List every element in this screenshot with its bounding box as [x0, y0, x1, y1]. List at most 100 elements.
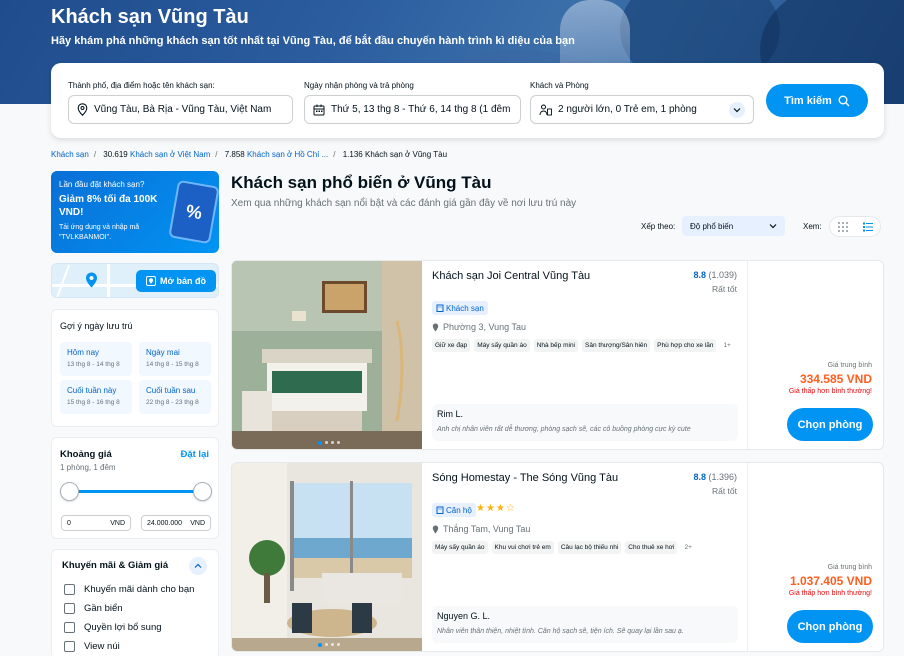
amenity-tag: Máy sấy quần áo [474, 339, 530, 352]
price-max-input[interactable]: 24.000.000 VND [141, 515, 211, 531]
building-icon [436, 506, 444, 514]
price-slider-track[interactable] [69, 490, 202, 493]
location-pin-icon [432, 323, 439, 331]
checkbox[interactable] [64, 603, 75, 614]
page-subtitle: Hãy khám phá những khách sạn tốt nhất tạ… [51, 35, 575, 47]
amenity-list: Máy sấy quần áo Khu vui chơi trẻ em Câu … [432, 541, 695, 554]
calendar-icon [313, 104, 325, 115]
map-pin-icon [86, 272, 97, 288]
guests-field: Khách và Phòng 2 người lớn, 0 Trẻ em, 1 … [530, 81, 754, 124]
guests-label: Khách và Phòng [530, 81, 589, 90]
amenity-tag: Câu lạc bộ thiếu nhi [557, 541, 622, 554]
stay-chip-today[interactable]: Hôm nay 13 thg 8 - 14 thg 8 [60, 342, 132, 376]
hotel-name[interactable]: Khách sạn Joi Central Vũng Tàu [432, 270, 590, 282]
promo-option-label: Khuyến mãi dành cho bạn [84, 584, 195, 595]
property-type-label: Căn hộ [446, 505, 472, 515]
checkbox[interactable] [64, 641, 75, 652]
price-max-handle[interactable] [193, 482, 212, 501]
hotel-photo[interactable] [232, 261, 422, 449]
price-reset-link[interactable]: Đặt lại [180, 449, 209, 460]
hotel-location: Phường 3, Vung Tau [432, 322, 526, 332]
sort-select[interactable]: Độ phổ biến [682, 216, 785, 236]
stay-chip-this-weekend[interactable]: Cuối tuần này 15 thg 8 - 16 thg 8 [60, 380, 132, 414]
hotel-name[interactable]: Sóng Homestay - The Sóng Vũng Tàu [432, 472, 618, 484]
amenity-more[interactable]: 2+ [681, 541, 694, 554]
destination-label: Thành phố, địa điểm hoặc tên khách sạn: [68, 81, 215, 90]
card-divider [747, 463, 748, 651]
price-filter-panel: Khoảng giá Đặt lại 1 phòng, 1 đêm 0 VND … [51, 437, 219, 539]
breadcrumb-count: 1.136 [342, 150, 363, 159]
review-count: (1.396) [708, 472, 737, 482]
photo-carousel-dots[interactable] [318, 441, 340, 445]
dates-input[interactable]: Thứ 5, 13 thg 8 - Thứ 6, 14 thg 8 (1 đêm [304, 95, 521, 124]
coupon-icon: % [168, 179, 219, 245]
property-type-label: Khách sạn [446, 303, 484, 313]
stay-chip-tomorrow[interactable]: Ngày mai 14 thg 8 - 15 thg 8 [139, 342, 211, 376]
hotel-location: Thắng Tam, Vung Tau [432, 524, 530, 534]
map-icon [146, 276, 157, 286]
stay-chip-dates: 14 thg 8 - 15 thg 8 [146, 361, 199, 368]
search-button[interactable]: Tìm kiếm [766, 84, 868, 117]
amenity-more[interactable]: 1+ [720, 339, 733, 352]
stay-chip-label: Hôm nay [67, 348, 100, 357]
breadcrumb-count: 30.619 [103, 150, 128, 159]
search-icon [838, 95, 850, 106]
destination-input[interactable]: Vũng Tàu, Bà Rịa - Vũng Tàu, Việt Nam [68, 95, 293, 124]
promo-option[interactable]: Gần biển [64, 603, 123, 614]
grid-view-icon[interactable] [837, 221, 848, 232]
map-preview[interactable]: Mở bản đồ [51, 263, 219, 298]
score-text: Rất tốt [711, 284, 737, 294]
promo-option-label: View núi [84, 641, 120, 652]
review-count: (1.039) [708, 270, 737, 280]
price-min-value: 0 [67, 519, 71, 527]
promo-banner[interactable]: Lần đầu đặt khách sạn? Giảm 8% tối đa 10… [51, 171, 219, 253]
card-divider [747, 261, 748, 449]
promo-option[interactable]: Quyền lợi bổ sung [64, 622, 162, 633]
chevron-down-icon [769, 224, 777, 229]
review-snippet: Rim L. Anh chị nhân viên rất dễ thương, … [432, 404, 738, 441]
guests-dropdown-toggle[interactable] [729, 101, 745, 118]
amenity-tag: Giữ xe đạp [432, 339, 471, 352]
hotel-room-image [232, 261, 422, 449]
hotel-card[interactable]: Sóng Homestay - The Sóng Vũng Tàu 8.8 (1… [231, 462, 884, 652]
breadcrumb-hcm[interactable]: Khách sạn ở Hồ Chí ... [247, 150, 328, 159]
promo-option[interactable]: Khuyến mãi dành cho bạn [64, 584, 194, 595]
checkbox[interactable] [64, 622, 75, 633]
guests-input[interactable]: 2 người lớn, 0 Trẻ em, 1 phòng [530, 95, 754, 124]
section-title: Khách sạn phổ biến ở Vũng Tàu [231, 173, 492, 192]
dates-field: Ngày nhận phòng và trả phòng Thứ 5, 13 t… [304, 81, 521, 124]
location-text: Thắng Tam, Vung Tau [443, 524, 531, 534]
checkbox[interactable] [64, 584, 75, 595]
price-min-input[interactable]: 0 VND [61, 515, 131, 531]
score-value: 8.8 [693, 472, 706, 482]
amenity-tag: Cho thuê xe hơi [625, 541, 678, 554]
promo-option[interactable]: View núi [64, 641, 120, 652]
stay-chip-dates: 13 thg 8 - 14 thg 8 [67, 361, 120, 368]
list-view-icon[interactable] [862, 222, 873, 232]
photo-carousel-dots[interactable] [318, 643, 340, 647]
choose-room-button[interactable]: Chọn phòng [787, 408, 873, 441]
amenity-tag: Khu vui chơi trẻ em [491, 541, 554, 554]
location-pin-icon [77, 103, 88, 116]
stay-chip-next-weekend[interactable]: Cuối tuần sau 22 thg 8 - 23 thg 8 [139, 380, 211, 414]
promo-filter-collapse[interactable] [189, 557, 207, 575]
hotel-card[interactable]: Khách sạn Joi Central Vũng Tàu 8.8 (1.03… [231, 260, 884, 450]
choose-room-button[interactable]: Chọn phòng [787, 610, 873, 643]
star-rating: ★★★☆ [476, 503, 516, 514]
open-map-button[interactable]: Mở bản đồ [136, 270, 216, 292]
destination-value: Vũng Tàu, Bà Rịa - Vũng Tàu, Việt Nam [94, 104, 272, 115]
price-filter-title: Khoảng giá [60, 449, 112, 460]
sort-label: Xếp theo: [641, 222, 676, 231]
breadcrumb-hotels[interactable]: Khách sạn [51, 150, 89, 159]
stay-chip-label: Cuối tuần này [67, 386, 117, 395]
price-max-value: 24.000.000 [147, 519, 183, 527]
property-type-badge: Khách sạn [432, 301, 488, 315]
hotel-score: 8.8 (1.039) [693, 270, 737, 280]
hotel-photo[interactable] [232, 463, 422, 651]
amenity-tag: Máy sấy quần áo [432, 541, 488, 554]
hotel-price: 334.585 VND [799, 372, 872, 386]
breadcrumb-vietnam[interactable]: Khách sạn ở Việt Nam [130, 150, 210, 159]
price-min-handle[interactable] [60, 482, 79, 501]
stay-chip-label: Ngày mai [146, 348, 180, 357]
avg-price-label: Giá trung bình [827, 564, 872, 571]
